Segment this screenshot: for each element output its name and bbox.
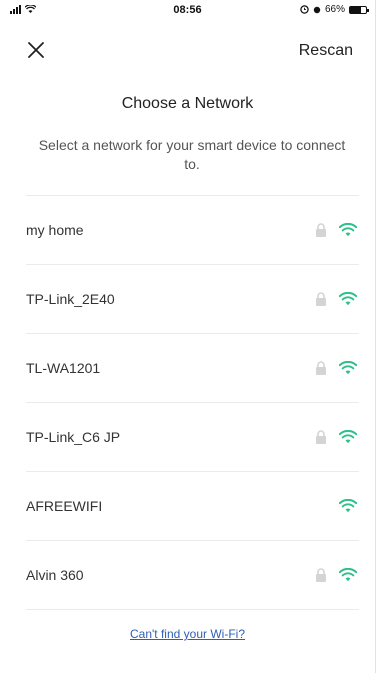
wifi-signal-icon <box>339 499 357 513</box>
network-row[interactable]: Alvin 360 <box>26 541 359 610</box>
location-icon <box>313 6 321 13</box>
network-row[interactable]: TP-Link_C6 JP <box>26 403 359 472</box>
network-icons <box>315 292 357 306</box>
network-icons <box>315 361 357 375</box>
network-ssid: Alvin 360 <box>26 567 84 583</box>
battery-icon <box>349 5 369 14</box>
network-row[interactable]: TL-WA1201 <box>26 334 359 403</box>
network-ssid: TL-WA1201 <box>26 360 101 376</box>
page-subtitle: Select a network for your smart device t… <box>38 137 346 172</box>
page-title: Choose a Network <box>121 95 254 112</box>
close-button[interactable] <box>26 38 50 62</box>
network-ssid: TP-Link_2E40 <box>26 291 115 307</box>
lock-icon <box>316 568 326 582</box>
network-icons <box>315 430 357 444</box>
network-icons <box>315 223 357 237</box>
network-row[interactable]: TP-Link_2E40 <box>26 265 359 334</box>
cant-find-wifi-link[interactable]: Can't find your Wi-Fi? <box>0 627 375 641</box>
lock-icon <box>316 223 326 237</box>
choose-network-screen: 08:56 66% Rescan Choose a Network Select… <box>0 0 376 673</box>
wifi-signal-icon <box>339 223 357 237</box>
network-ssid: AFREEWIFI <box>26 498 103 514</box>
alarm-icon <box>300 5 309 14</box>
wifi-signal-icon <box>339 361 357 375</box>
network-list: my home TP-Link_2E40 TL-WA1201 TP-Link_C6 J… <box>26 195 359 610</box>
lock-icon <box>316 361 326 375</box>
network-icons <box>315 568 357 582</box>
lock-icon <box>316 430 326 444</box>
status-bar: 08:56 66% <box>0 0 375 22</box>
network-icons <box>315 499 357 513</box>
wifi-signal-icon <box>339 430 357 444</box>
lock-placeholder <box>315 499 327 513</box>
network-row[interactable]: my home <box>26 195 359 265</box>
network-ssid: TP-Link_C6 JP <box>26 429 121 445</box>
status-right: 66% <box>300 4 369 15</box>
lock-icon <box>316 292 326 306</box>
wifi-signal-icon <box>339 292 357 306</box>
rescan-button[interactable]: Rescan <box>299 42 353 60</box>
battery-level <box>350 6 361 13</box>
battery-percent: 66% <box>324 4 345 15</box>
network-ssid: my home <box>26 222 84 238</box>
network-row[interactable]: AFREEWIFI <box>26 472 359 541</box>
wifi-signal-icon <box>339 568 357 582</box>
close-icon <box>28 42 44 58</box>
